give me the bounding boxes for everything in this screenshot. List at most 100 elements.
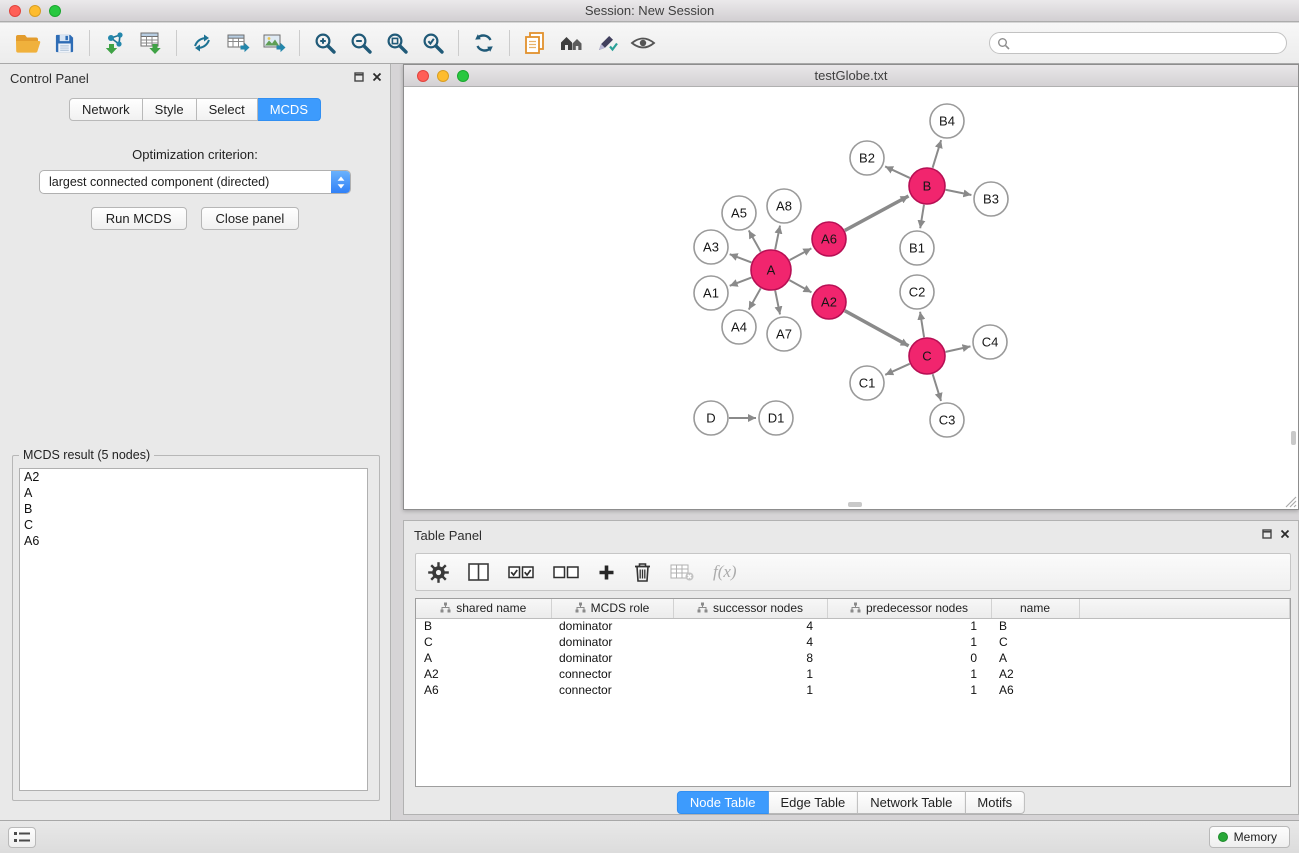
tab-network[interactable]: Network xyxy=(69,98,143,121)
mcds-result-item[interactable]: A6 xyxy=(20,533,367,549)
graph-edge-B-B3[interactable] xyxy=(946,190,972,195)
graph-edge-C-C3[interactable] xyxy=(933,374,941,401)
graph-edge-B-B2[interactable] xyxy=(885,166,910,178)
table-cell[interactable]: A2 xyxy=(991,666,1079,682)
table-cell[interactable]: 1 xyxy=(827,666,991,682)
mcds-result-item[interactable]: A2 xyxy=(20,469,367,485)
column-header-successor-nodes[interactable]: successor nodes xyxy=(673,599,827,618)
table-cell[interactable]: connector xyxy=(551,682,673,698)
table-cell[interactable]: dominator xyxy=(551,618,673,634)
table-settings-button[interactable] xyxy=(428,562,449,583)
table-cell[interactable]: 0 xyxy=(827,650,991,666)
network-minimize-button[interactable] xyxy=(437,70,449,82)
refresh-layout-button[interactable] xyxy=(466,27,502,59)
save-session-button[interactable] xyxy=(46,27,82,59)
table-cell[interactable]: A2 xyxy=(416,666,551,682)
horizontal-scrollbar-thumb[interactable] xyxy=(848,502,862,507)
table-cell[interactable]: 4 xyxy=(673,634,827,650)
show-panel-button[interactable] xyxy=(8,827,36,848)
table-cell[interactable]: A xyxy=(416,650,551,666)
graph-node-A2[interactable]: A2 xyxy=(812,285,846,319)
graph-edge-A-A4[interactable] xyxy=(749,288,761,309)
float-panel-icon[interactable] xyxy=(1262,529,1272,539)
table-cell[interactable]: A6 xyxy=(991,682,1079,698)
graph-edge-A-A3[interactable] xyxy=(730,254,752,262)
table-cell[interactable]: 1 xyxy=(827,618,991,634)
table-cell[interactable]: connector xyxy=(551,666,673,682)
graph-node-B4[interactable]: B4 xyxy=(930,104,964,138)
show-columns-button[interactable] xyxy=(468,563,489,581)
open-session-button[interactable] xyxy=(10,27,46,59)
close-window-button[interactable] xyxy=(9,5,21,17)
table-cell[interactable]: C xyxy=(991,634,1079,650)
graph-edge-A2-C[interactable] xyxy=(845,311,909,346)
network-window-titlebar[interactable]: testGlobe.txt xyxy=(404,65,1298,87)
validate-style-button[interactable] xyxy=(589,27,625,59)
export-network-button[interactable] xyxy=(184,27,220,59)
graph-edge-A6-B[interactable] xyxy=(845,196,909,230)
table-cell[interactable]: 1 xyxy=(673,682,827,698)
zoom-selected-button[interactable] xyxy=(415,27,451,59)
table-cell[interactable]: B xyxy=(991,618,1079,634)
graph-node-B1[interactable]: B1 xyxy=(900,231,934,265)
tab-mcds[interactable]: MCDS xyxy=(258,98,321,121)
graph-edge-B-B4[interactable] xyxy=(933,140,942,168)
show-graphics-details-button[interactable] xyxy=(625,27,661,59)
search-input[interactable] xyxy=(989,32,1287,54)
table-row[interactable]: A6connector11A6 xyxy=(416,682,1290,698)
home-button[interactable] xyxy=(553,27,589,59)
graph-edge-B-B1[interactable] xyxy=(920,205,924,228)
table-cell[interactable]: 1 xyxy=(673,666,827,682)
mcds-result-list[interactable]: A2ABCA6 xyxy=(19,468,368,791)
optimization-criterion-select[interactable]: largest connected component (directed) xyxy=(39,170,351,194)
graph-edge-A-A6[interactable] xyxy=(790,248,812,260)
table-cell[interactable]: 4 xyxy=(673,618,827,634)
network-maximize-button[interactable] xyxy=(457,70,469,82)
resize-grip-icon[interactable] xyxy=(1285,496,1297,508)
tab-edge-table[interactable]: Edge Table xyxy=(768,791,858,814)
table-cell[interactable]: B xyxy=(416,618,551,634)
graph-node-B2[interactable]: B2 xyxy=(850,141,884,175)
table-cell[interactable]: 8 xyxy=(673,650,827,666)
graph-edge-A-A1[interactable] xyxy=(730,278,752,286)
mcds-result-item[interactable]: A xyxy=(20,485,367,501)
graph-edge-C-C1[interactable] xyxy=(885,364,909,375)
float-panel-icon[interactable] xyxy=(354,72,364,82)
graph-node-A7[interactable]: A7 xyxy=(767,317,801,351)
vertical-scrollbar-thumb[interactable] xyxy=(1291,431,1296,445)
graph-edge-A-A8[interactable] xyxy=(775,226,780,250)
table-cell[interactable]: 1 xyxy=(827,682,991,698)
graph-node-C2[interactable]: C2 xyxy=(900,275,934,309)
column-header-shared-name[interactable]: shared name xyxy=(416,599,551,618)
network-close-button[interactable] xyxy=(417,70,429,82)
close-panel-icon[interactable] xyxy=(372,72,382,82)
graph-node-C[interactable]: C xyxy=(909,338,945,374)
graph-edge-A-A7[interactable] xyxy=(775,291,780,315)
import-table-button[interactable] xyxy=(133,27,169,59)
table-cell[interactable]: C xyxy=(416,634,551,650)
graph-node-C4[interactable]: C4 xyxy=(973,325,1007,359)
zoom-out-button[interactable] xyxy=(343,27,379,59)
graph-edge-C-C4[interactable] xyxy=(946,346,971,352)
graph-node-D[interactable]: D xyxy=(694,401,728,435)
column-header-mcds-role[interactable]: MCDS role xyxy=(551,599,673,618)
graph-node-A5[interactable]: A5 xyxy=(722,196,756,230)
column-header-predecessor-nodes[interactable]: predecessor nodes xyxy=(827,599,991,618)
zoom-fit-button[interactable] xyxy=(379,27,415,59)
table-cell[interactable]: dominator xyxy=(551,650,673,666)
table-cell[interactable]: 1 xyxy=(827,634,991,650)
graph-edge-C-C2[interactable] xyxy=(920,312,924,337)
delete-columns-button[interactable] xyxy=(634,562,651,582)
import-network-button[interactable] xyxy=(97,27,133,59)
close-panel-button[interactable]: Close panel xyxy=(201,207,300,230)
graph-edge-A-A2[interactable] xyxy=(789,280,811,292)
deselect-all-button[interactable] xyxy=(553,566,579,579)
memory-button[interactable]: Memory xyxy=(1209,826,1290,848)
select-all-button[interactable] xyxy=(508,566,534,579)
tab-select[interactable]: Select xyxy=(197,98,258,121)
graph-node-A4[interactable]: A4 xyxy=(722,310,756,344)
zoom-in-button[interactable] xyxy=(307,27,343,59)
graph-node-A3[interactable]: A3 xyxy=(694,230,728,264)
graph-node-A6[interactable]: A6 xyxy=(812,222,846,256)
graph-node-A1[interactable]: A1 xyxy=(694,276,728,310)
